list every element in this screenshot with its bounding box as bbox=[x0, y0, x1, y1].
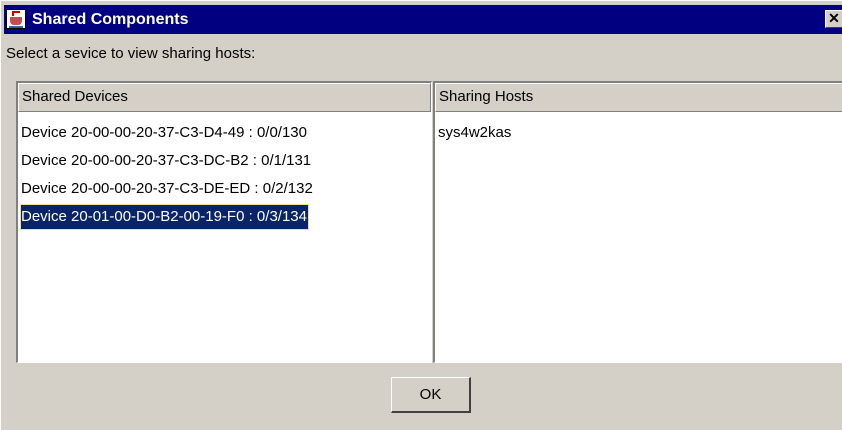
list-item[interactable]: sys4w2kas bbox=[437, 120, 513, 146]
list-item[interactable]: Device 20-00-00-20-37-C3-DC-B2 : 0/1/131 bbox=[20, 148, 313, 174]
list-item-selected[interactable]: Device 20-01-00-D0-B2-00-19-F0 : 0/3/134 bbox=[20, 204, 309, 230]
sharing-hosts-list: Sharing Hosts sys4w2kas bbox=[433, 81, 842, 363]
window-title: Shared Components bbox=[32, 11, 189, 28]
ok-button[interactable]: OK bbox=[391, 377, 471, 413]
list-item[interactable]: Device 20-00-00-20-37-C3-D4-49 : 0/0/130 bbox=[20, 120, 309, 146]
sharing-hosts-header: Sharing Hosts bbox=[435, 83, 842, 112]
close-icon: ✕ bbox=[828, 10, 840, 26]
shared-devices-header: Shared Devices bbox=[18, 83, 431, 112]
list-item[interactable]: Device 20-00-00-20-37-C3-DE-ED : 0/2/132 bbox=[20, 176, 315, 202]
title-bar[interactable]: Shared Components ✕ bbox=[4, 5, 842, 34]
instruction-text: Select a sevice to view sharing hosts: bbox=[6, 45, 256, 62]
close-button[interactable]: ✕ bbox=[825, 10, 842, 28]
shared-components-dialog: Shared Components ✕ Select a sevice to v… bbox=[0, 0, 842, 430]
shared-devices-list-body[interactable]: Device 20-00-00-20-37-C3-D4-49 : 0/0/130… bbox=[18, 112, 431, 362]
java-coffee-cup-icon bbox=[6, 9, 26, 29]
shared-devices-list: Shared Devices Device 20-00-00-20-37-C3-… bbox=[16, 81, 432, 363]
sharing-hosts-list-body[interactable]: sys4w2kas bbox=[435, 112, 842, 362]
